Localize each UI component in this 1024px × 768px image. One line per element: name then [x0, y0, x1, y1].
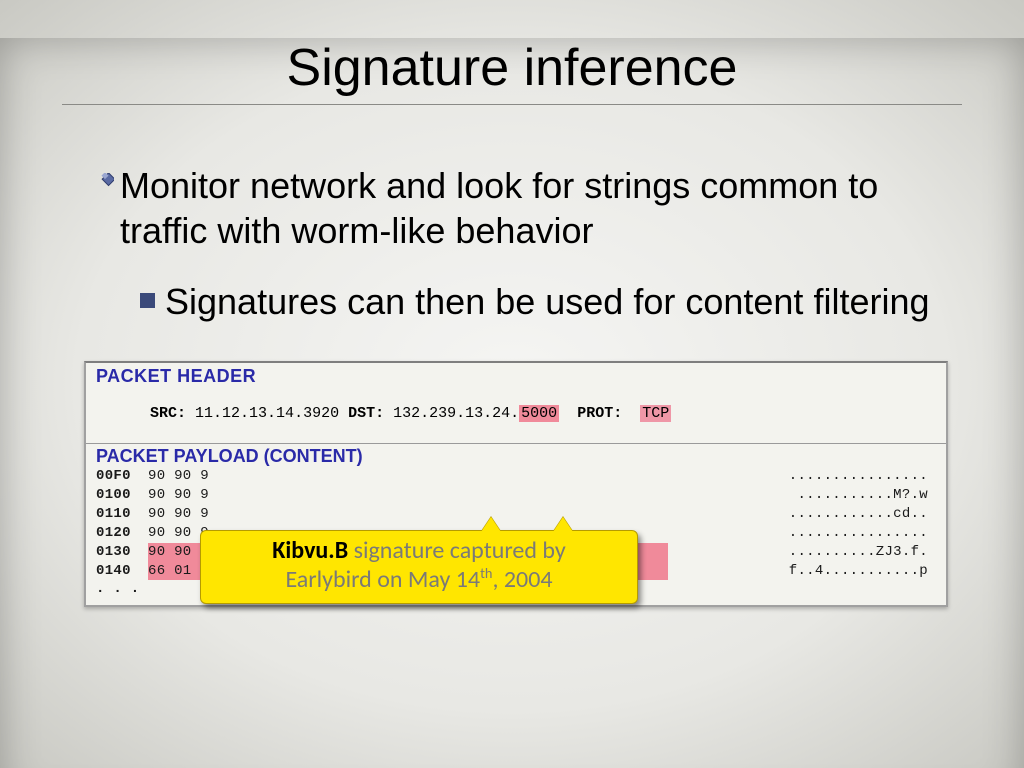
callout-box: Kibvu.B signature captured by Earlybird … [200, 530, 638, 604]
prot-value-highlight: TCP [640, 405, 671, 422]
hex-row: 011090 90 9............cd.. [96, 505, 936, 524]
bullet1-text: Monitor network and look for strings com… [120, 163, 932, 253]
slide-title: Signature inference [0, 38, 1024, 98]
callout-pointer-icon [481, 517, 501, 532]
content-area: Monitor network and look for strings com… [96, 163, 932, 325]
square-bullet-icon [140, 293, 155, 308]
src-value: 11.12.13.14.3920 [195, 405, 339, 422]
callout-line1: Kibvu.B signature captured by [215, 537, 623, 565]
callout-bold: Kibvu.B [272, 536, 348, 565]
packet-header-label: PACKET HEADER [86, 363, 946, 387]
packet-header-line: SRC: 11.12.13.14.3920 DST: 132.239.13.24… [86, 387, 946, 443]
hex-row: 00F090 90 9................ [96, 467, 936, 486]
dst-value: 132.239.13.24. [393, 405, 519, 422]
bullet-level2: Signatures can then be used for content … [140, 279, 932, 325]
bullet2-text: Signatures can then be used for content … [165, 279, 930, 325]
title-underline [62, 104, 962, 105]
hex-row: 010090 90 9...........M?.w [96, 486, 936, 505]
dst-label: DST: [348, 405, 384, 422]
callout-pointer-icon [553, 517, 573, 532]
callout-line2: Earlybird on May 14th, 2004 [215, 565, 623, 594]
src-label: SRC: [150, 405, 186, 422]
bullet-level1: Monitor network and look for strings com… [96, 163, 932, 253]
diamond-bullet-icon [96, 173, 114, 191]
packet-payload-label: PACKET PAYLOAD (CONTENT) [86, 444, 946, 467]
prot-label: PROT: [577, 405, 622, 422]
dst-port-highlight: 5000 [519, 405, 559, 422]
